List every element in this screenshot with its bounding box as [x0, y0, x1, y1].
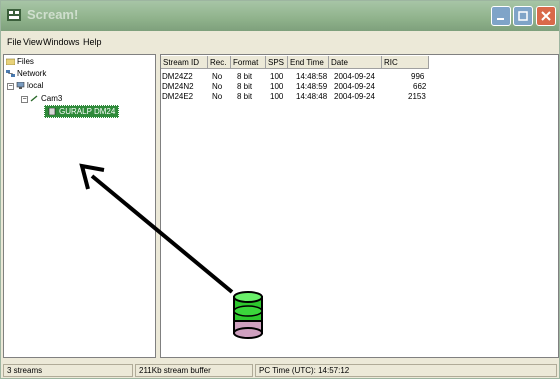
- arrow-pointer: [79, 163, 234, 294]
- database-icon: [233, 291, 263, 339]
